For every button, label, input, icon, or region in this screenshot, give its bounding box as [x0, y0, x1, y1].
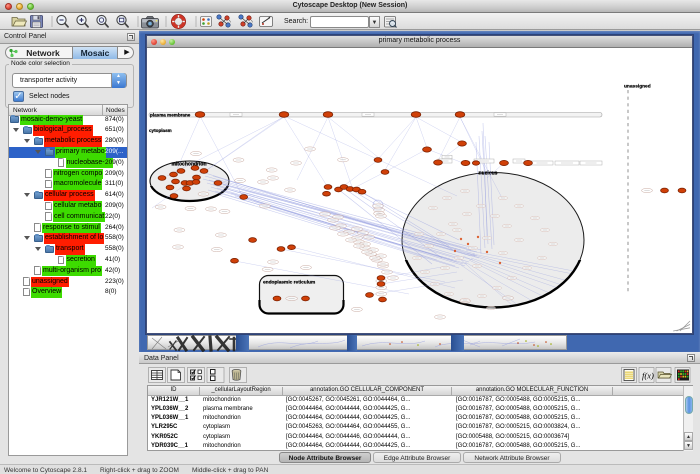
- svg-text:mitochondrion: mitochondrion: [172, 162, 207, 168]
- svg-text:f(x): f(x): [642, 371, 654, 381]
- svg-text:plasma membrane: plasma membrane: [150, 112, 191, 117]
- svg-text:unassigned: unassigned: [624, 84, 651, 90]
- svg-text:cytoplasm: cytoplasm: [149, 128, 172, 133]
- svg-text:endoplasmic reticulum: endoplasmic reticulum: [263, 280, 315, 286]
